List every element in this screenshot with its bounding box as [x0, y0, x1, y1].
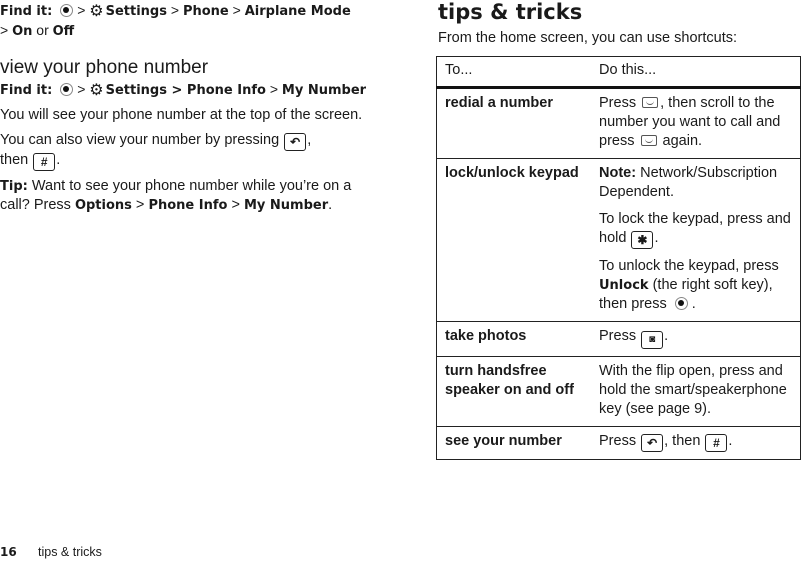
send-key-icon: [642, 97, 659, 108]
table-header-row: To... Do this...: [437, 57, 801, 88]
star-key-icon: ✱: [631, 231, 654, 249]
send-key-icon: [640, 135, 657, 146]
intro-text: From the home screen, you can use shortc…: [438, 30, 737, 46]
airplane-find-it: Find it: > ⚙ Settings > Phone > Airplane …: [0, 2, 351, 39]
table-row: lock/unlock keypad Note: Network/Subscri…: [436, 158, 801, 322]
back-key-icon: ↶: [284, 133, 307, 151]
table-row: redial a number Press , then scroll to t…: [436, 86, 801, 159]
left-column: Find it: > ⚙ Settings > Phone > Airplane …: [0, 0, 385, 215]
header-to: To...: [445, 62, 473, 78]
back-key-icon: ↶: [641, 434, 664, 452]
shortcuts-table: To... Do this... redial a number Press ,…: [436, 56, 801, 460]
header-do-this: Do this...: [599, 62, 657, 78]
center-key-icon: [60, 83, 74, 96]
hash-key-icon: #: [705, 434, 728, 452]
right-column: tips & tricks From the home screen, you …: [436, 0, 803, 460]
camera-key-icon: ◙: [641, 331, 664, 349]
page-footer: 16 tips & tricks: [0, 545, 102, 559]
page-number: 16: [0, 545, 17, 559]
paragraph-view-number: You can also view your number by pressin…: [0, 132, 312, 171]
paragraph-top-of-screen: You will see your phone number at the to…: [0, 107, 363, 123]
settings-icon: ⚙: [89, 3, 104, 20]
tip-paragraph: Tip: Want to see your phone number while…: [0, 178, 352, 213]
section-title: view your phone number: [0, 57, 209, 78]
settings-link: Settings: [105, 4, 167, 19]
table-row: see your number Press ↶, then #.: [436, 426, 801, 460]
center-key-icon: [60, 4, 74, 17]
center-key-icon: [674, 297, 688, 310]
table-row: turn handsfree speaker on and off With t…: [436, 356, 801, 427]
settings-icon: ⚙: [89, 82, 104, 99]
table-row: take photos Press ◙.: [436, 321, 801, 357]
footer-section: tips & tricks: [38, 545, 102, 559]
page-title: tips & tricks: [438, 0, 583, 24]
hash-key-icon: #: [33, 153, 56, 171]
view-number-find-it: Find it: > ⚙ Settings > Phone Info > My N…: [0, 81, 367, 99]
